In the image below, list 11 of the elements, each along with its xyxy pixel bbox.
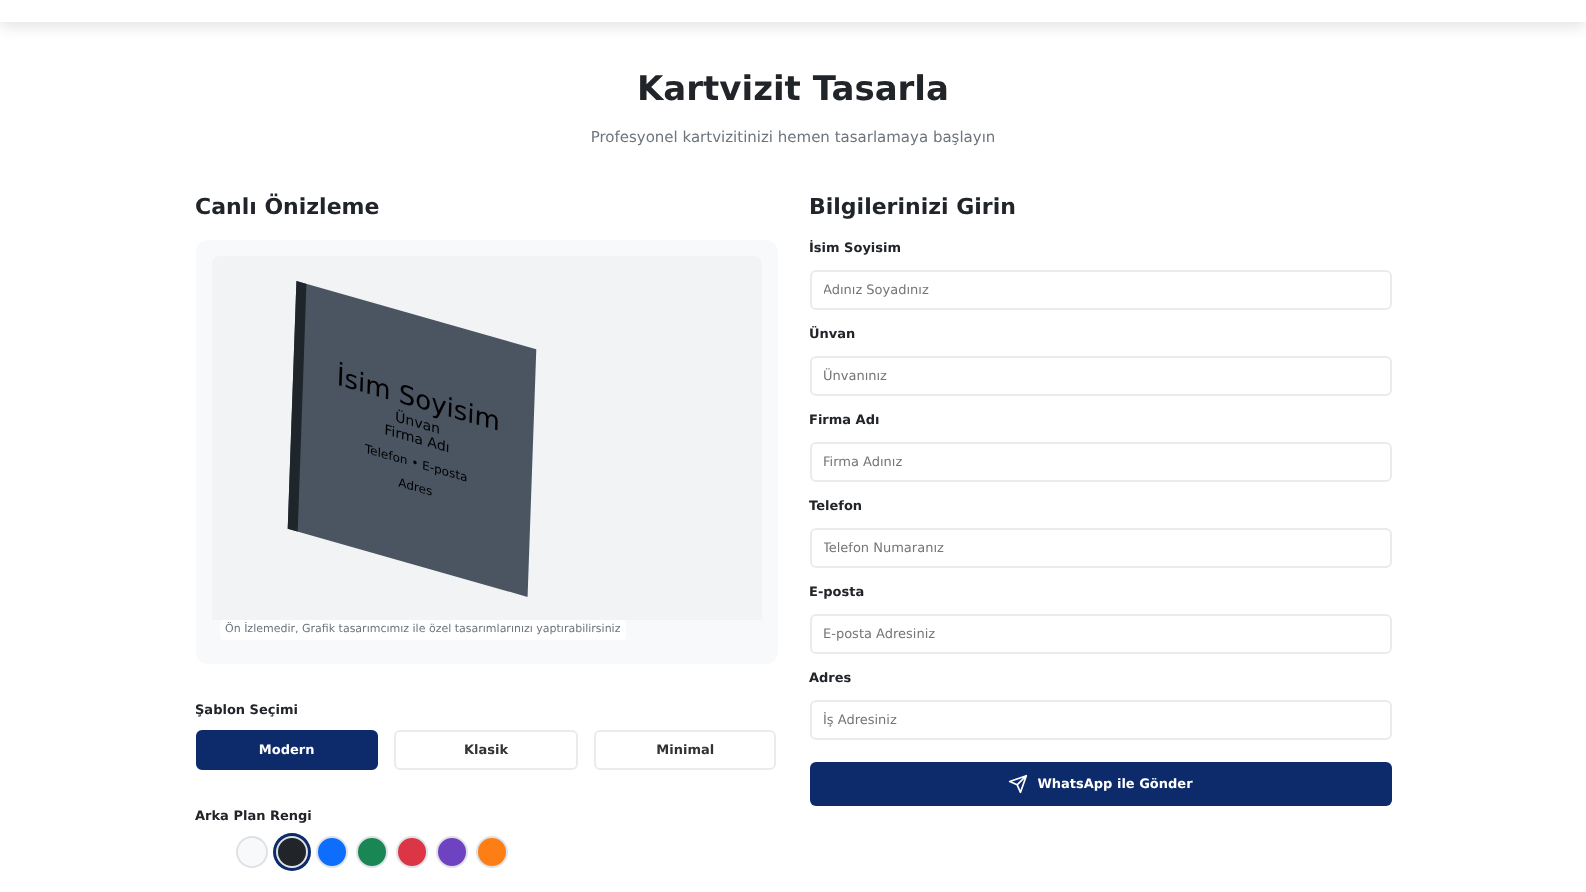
color-swatch[interactable] xyxy=(355,836,387,868)
color-swatch[interactable] xyxy=(475,836,507,868)
page-title: Kartvizit Tasarla xyxy=(635,70,951,110)
section-heading: Canlı Önizleme xyxy=(195,194,382,220)
color-swatch[interactable] xyxy=(315,836,347,868)
send-icon xyxy=(1007,774,1028,794)
color-swatch[interactable] xyxy=(235,836,267,868)
section-heading: Bilgilerinizi Girin xyxy=(809,194,1018,220)
color-swatch[interactable] xyxy=(395,836,427,868)
color-swatch[interactable] xyxy=(275,836,307,868)
color-swatch[interactable] xyxy=(435,836,467,868)
